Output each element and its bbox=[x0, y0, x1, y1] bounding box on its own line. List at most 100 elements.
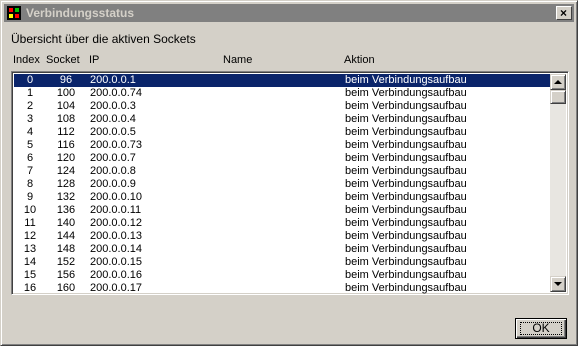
column-header-socket: Socket bbox=[46, 54, 80, 66]
cell-socket: 116 bbox=[57, 139, 75, 151]
cell-socket: 112 bbox=[57, 126, 75, 138]
cell-socket: 136 bbox=[56, 204, 76, 216]
cell-index: 11 bbox=[24, 217, 36, 229]
cell-ip: 200.0.0.12 bbox=[90, 217, 142, 229]
title-bar[interactable]: Verbindungsstatus × bbox=[4, 4, 574, 22]
table-row[interactable]: 11 140 200.0.0.12 beim Verbindungsaufbau bbox=[14, 217, 550, 230]
cell-aktion: beim Verbindungsaufbau bbox=[345, 165, 467, 177]
cell-aktion: beim Verbindungsaufbau bbox=[345, 139, 467, 151]
cell-ip: 200.0.0.15 bbox=[90, 256, 142, 268]
cell-ip: 200.0.0.10 bbox=[90, 191, 142, 203]
cell-index: 12 bbox=[23, 230, 37, 242]
table-row[interactable]: 5 116 200.0.0.73 beim Verbindungsaufbau bbox=[14, 139, 550, 152]
table-row[interactable]: 8 128 200.0.0.9 beim Verbindungsaufbau bbox=[14, 178, 550, 191]
cell-index: 7 bbox=[26, 165, 34, 177]
ok-button[interactable]: OK bbox=[515, 318, 567, 339]
table-row[interactable]: 10 136 200.0.0.11 beim Verbindungsaufbau bbox=[14, 204, 550, 217]
cell-ip: 200.0.0.1 bbox=[90, 74, 136, 86]
cell-ip: 200.0.0.11 bbox=[90, 204, 142, 216]
cell-index: 8 bbox=[26, 178, 34, 190]
table-row[interactable]: 2 104 200.0.0.3 beim Verbindungsaufbau bbox=[14, 100, 550, 113]
column-header-ip: IP bbox=[89, 54, 100, 66]
scroll-down-button[interactable] bbox=[550, 276, 566, 292]
cell-index: 13 bbox=[23, 243, 37, 255]
cell-aktion: beim Verbindungsaufbau bbox=[345, 204, 467, 216]
table-row[interactable]: 15 156 200.0.0.16 beim Verbindungsaufbau bbox=[14, 269, 550, 282]
socket-list-rows: 0 96 200.0.0.1 beim Verbindungsaufbau 1 100 20… bbox=[14, 74, 550, 294]
cell-socket: 132 bbox=[56, 191, 76, 203]
cell-ip: 200.0.0.17 bbox=[90, 282, 142, 294]
cell-ip: 200.0.0.14 bbox=[90, 243, 142, 255]
cell-aktion: beim Verbindungsaufbau bbox=[345, 191, 467, 203]
column-header-name: Name bbox=[223, 54, 253, 66]
cell-socket: 152 bbox=[56, 256, 76, 268]
cell-ip: 200.0.0.73 bbox=[90, 139, 142, 151]
cell-index: 6 bbox=[26, 152, 34, 164]
cell-index: 9 bbox=[26, 191, 34, 203]
cell-ip: 200.0.0.9 bbox=[90, 178, 136, 190]
cell-socket: 160 bbox=[56, 282, 76, 294]
table-row[interactable]: 7 124 200.0.0.8 beim Verbindungsaufbau bbox=[14, 165, 550, 178]
cell-socket: 156 bbox=[56, 269, 76, 281]
cell-index: 0 bbox=[26, 74, 34, 86]
cell-socket: 100 bbox=[56, 87, 76, 99]
table-row[interactable]: 12 144 200.0.0.13 beim Verbindungsaufbau bbox=[14, 230, 550, 243]
cell-ip: 200.0.0.74 bbox=[90, 87, 142, 99]
window-title: Verbindungsstatus bbox=[26, 6, 135, 20]
cell-socket: 96 bbox=[59, 74, 73, 86]
cell-index: 5 bbox=[26, 139, 34, 151]
cell-index: 1 bbox=[26, 87, 34, 99]
close-icon: × bbox=[560, 6, 568, 20]
table-row[interactable]: 1 100 200.0.0.74 beim Verbindungsaufbau bbox=[14, 87, 550, 100]
arrow-down-icon bbox=[554, 282, 562, 286]
table-row[interactable]: 3 108 200.0.0.4 beim Verbindungsaufbau bbox=[14, 113, 550, 126]
cell-socket: 128 bbox=[56, 178, 76, 190]
table-row[interactable]: 16 160 200.0.0.17 beim Verbindungsaufbau bbox=[14, 282, 550, 294]
cell-aktion: beim Verbindungsaufbau bbox=[345, 87, 467, 99]
cell-ip: 200.0.0.5 bbox=[90, 126, 136, 138]
arrow-up-icon bbox=[554, 80, 562, 84]
table-row[interactable]: 6 120 200.0.0.7 beim Verbindungsaufbau bbox=[14, 152, 550, 165]
cell-ip: 200.0.0.16 bbox=[90, 269, 142, 281]
cell-aktion: beim Verbindungsaufbau bbox=[345, 74, 467, 86]
cell-index: 16 bbox=[23, 282, 37, 294]
cell-aktion: beim Verbindungsaufbau bbox=[345, 113, 467, 125]
table-row[interactable]: 14 152 200.0.0.15 beim Verbindungsaufbau bbox=[14, 256, 550, 269]
socket-list[interactable]: 0 96 200.0.0.1 beim Verbindungsaufbau 1 100 20… bbox=[11, 71, 569, 295]
cell-socket: 144 bbox=[56, 230, 76, 242]
cell-aktion: beim Verbindungsaufbau bbox=[345, 178, 467, 190]
cell-ip: 200.0.0.7 bbox=[90, 152, 136, 164]
cell-aktion: beim Verbindungsaufbau bbox=[345, 217, 467, 229]
table-row[interactable]: 4 112 200.0.0.5 beim Verbindungsaufbau bbox=[14, 126, 550, 139]
cell-index: 10 bbox=[23, 204, 37, 216]
connection-status-dialog: Verbindungsstatus × Übersicht über die a… bbox=[0, 0, 578, 346]
cell-aktion: beim Verbindungsaufbau bbox=[345, 100, 467, 112]
cell-ip: 200.0.0.3 bbox=[90, 100, 136, 112]
ok-button-label: OK bbox=[532, 321, 550, 335]
cell-aktion: beim Verbindungsaufbau bbox=[345, 256, 467, 268]
table-row[interactable]: 0 96 200.0.0.1 beim Verbindungsaufbau bbox=[14, 74, 550, 87]
cell-socket: 140 bbox=[56, 217, 76, 229]
cell-ip: 200.0.0.4 bbox=[90, 113, 136, 125]
cell-socket: 124 bbox=[56, 165, 76, 177]
description-label: Übersicht über die aktiven Sockets bbox=[11, 32, 196, 46]
cell-index: 3 bbox=[26, 113, 34, 125]
cell-aktion: beim Verbindungsaufbau bbox=[345, 269, 467, 281]
cell-socket: 148 bbox=[56, 243, 76, 255]
close-button[interactable]: × bbox=[556, 6, 572, 20]
app-logo-icon bbox=[7, 6, 21, 20]
cell-aktion: beim Verbindungsaufbau bbox=[345, 230, 467, 242]
scroll-up-button[interactable] bbox=[550, 74, 566, 90]
cell-index: 15 bbox=[23, 269, 37, 281]
cell-aktion: beim Verbindungsaufbau bbox=[345, 126, 467, 138]
scroll-thumb[interactable] bbox=[550, 90, 566, 104]
cell-socket: 104 bbox=[56, 100, 76, 112]
column-header-index: Index bbox=[13, 54, 40, 66]
cell-aktion: beim Verbindungsaufbau bbox=[345, 243, 467, 255]
table-row[interactable]: 9 132 200.0.0.10 beim Verbindungsaufbau bbox=[14, 191, 550, 204]
vertical-scrollbar[interactable] bbox=[550, 74, 566, 292]
column-header-aktion: Aktion bbox=[344, 54, 375, 66]
table-row[interactable]: 13 148 200.0.0.14 beim Verbindungsaufbau bbox=[14, 243, 550, 256]
cell-socket: 120 bbox=[56, 152, 76, 164]
cell-index: 14 bbox=[23, 256, 37, 268]
